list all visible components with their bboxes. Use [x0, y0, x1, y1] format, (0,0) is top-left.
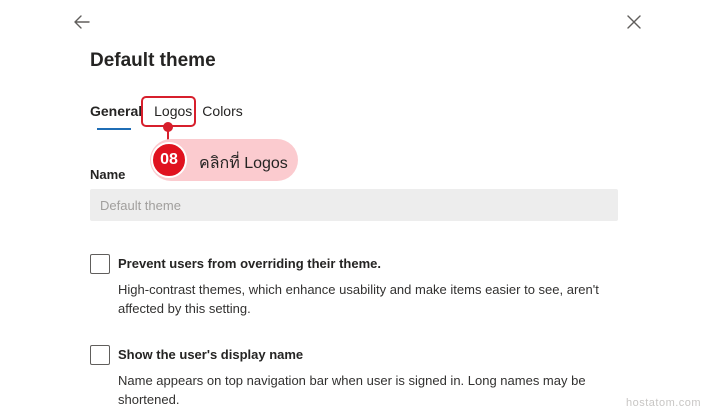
- close-button[interactable]: [622, 10, 646, 34]
- prevent-override-checkbox[interactable]: [90, 254, 110, 274]
- page-title: Default theme: [90, 50, 216, 71]
- prevent-override-title: Prevent users from overriding their them…: [118, 256, 381, 271]
- prevent-override-description: High-contrast themes, which enhance usab…: [118, 282, 599, 316]
- annotation-step-badge: 08: [151, 142, 187, 178]
- close-icon: [627, 15, 641, 29]
- show-display-name-description: Name appears on top navigation bar when …: [118, 373, 586, 407]
- active-tab-indicator: [97, 128, 131, 130]
- annotation-connector-dot: [163, 122, 173, 132]
- name-field-label: Name: [90, 167, 126, 182]
- theme-settings-panel: Default theme General Logos Colors 08 คล…: [0, 0, 720, 414]
- back-button[interactable]: [70, 10, 94, 34]
- name-input[interactable]: [90, 189, 618, 221]
- tab-colors[interactable]: Colors: [202, 102, 242, 132]
- show-display-name-checkbox[interactable]: [90, 345, 110, 365]
- show-display-name-title: Show the user's display name: [118, 347, 304, 362]
- arrow-left-icon: [74, 15, 90, 29]
- watermark-text: hostatom.com: [626, 397, 702, 409]
- annotation-callout-text: คลิกที่ Logos: [199, 155, 288, 172]
